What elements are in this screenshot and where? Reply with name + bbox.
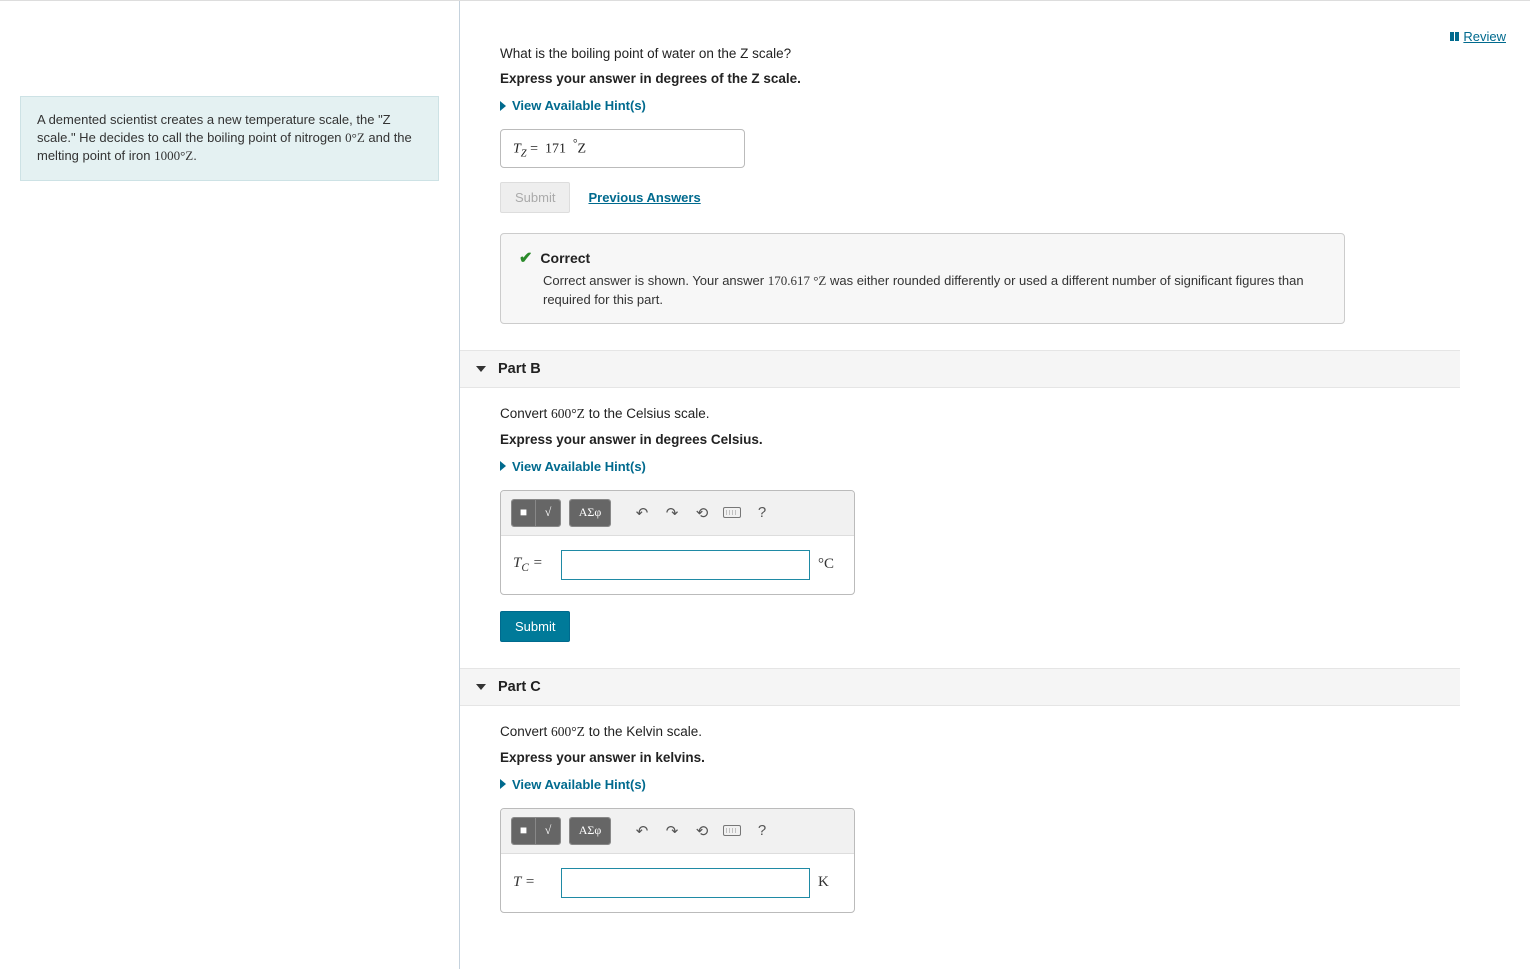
partC-prompt-post: to the Kelvin scale. <box>585 724 702 739</box>
radical-icon[interactable]: √ <box>536 818 560 844</box>
partB-instruction: Express your answer in degrees Celsius. <box>500 432 1490 447</box>
partC-unit: K <box>818 874 842 891</box>
partA-submit-button: Submit <box>500 182 570 213</box>
partC-instruction: Express your answer in kelvins. <box>500 750 1490 765</box>
redo-icon[interactable]: ↷ <box>661 820 683 842</box>
partC-prompt-val: 600°Z <box>551 724 585 739</box>
partB-prompt-val: 600°Z <box>551 406 585 421</box>
caret-right-icon <box>500 779 506 789</box>
caret-down-icon <box>476 684 486 690</box>
caret-right-icon <box>500 101 506 111</box>
partA-hints-label: View Available Hint(s) <box>512 98 646 113</box>
partC-prompt: Convert 600°Z to the Kelvin scale. <box>500 724 1490 740</box>
reset-icon[interactable]: ⟲ <box>691 820 713 842</box>
nitrogen-point: 0°Z <box>345 130 365 145</box>
help-icon[interactable]: ? <box>751 820 773 842</box>
help-icon[interactable]: ? <box>751 502 773 524</box>
partC-answer-input[interactable] <box>561 868 810 898</box>
symbols-group[interactable]: ΑΣφ <box>569 817 611 845</box>
partA-prompt: What is the boiling point of water on th… <box>500 46 1490 61</box>
partC-editor: ■ √ ΑΣφ ↶ ↷ ⟲ ? T = K <box>500 808 855 913</box>
keyboard-icon[interactable] <box>721 502 743 524</box>
partB-hints-label: View Available Hint(s) <box>512 459 646 474</box>
partA-eq: = <box>527 142 542 157</box>
review-bar: Review <box>1450 29 1506 44</box>
partA-lhs: T <box>513 142 521 157</box>
partA-instruction: Express your answer in degrees of the Z … <box>500 71 1490 86</box>
partC-toolbar: ■ √ ΑΣφ ↶ ↷ ⟲ ? <box>501 809 854 854</box>
greek-symbols-icon[interactable]: ΑΣφ <box>570 500 610 526</box>
greek-symbols-icon[interactable]: ΑΣφ <box>570 818 610 844</box>
partB-prompt: Convert 600°Z to the Celsius scale. <box>500 406 1490 422</box>
caret-down-icon <box>476 366 486 372</box>
partA-feedback-pre: Correct answer is shown. Your answer <box>543 273 768 288</box>
template-box-icon[interactable]: ■ <box>512 818 536 844</box>
template-box-icon[interactable]: ■ <box>512 500 536 526</box>
undo-icon[interactable]: ↶ <box>631 820 653 842</box>
partA-answer-value: 171 <box>545 142 566 157</box>
check-icon: ✔ <box>519 248 532 268</box>
partA-feedback: ✔ Correct Correct answer is shown. Your … <box>500 233 1345 323</box>
partC-header[interactable]: Part C <box>460 668 1460 706</box>
partB-title: Part B <box>498 361 541 377</box>
partB-prompt-post: to the Celsius scale. <box>585 406 710 421</box>
partC-hints-toggle[interactable]: View Available Hint(s) <box>500 777 646 792</box>
partA-user-answer: 170.617 °Z <box>768 273 827 288</box>
partB-lhs: TC = <box>513 555 553 574</box>
templates-group[interactable]: ■ √ <box>511 817 561 845</box>
symbols-group[interactable]: ΑΣφ <box>569 499 611 527</box>
radical-icon[interactable]: √ <box>536 500 560 526</box>
partA-feedback-title: Correct <box>540 250 590 266</box>
partB-answer-input[interactable] <box>561 550 810 580</box>
partB-hints-toggle[interactable]: View Available Hint(s) <box>500 459 646 474</box>
caret-right-icon <box>500 461 506 471</box>
partB-header[interactable]: Part B <box>460 350 1460 388</box>
partB-toolbar: ■ √ ΑΣφ ↶ ↷ ⟲ ? <box>501 491 854 536</box>
review-label: Review <box>1463 29 1506 44</box>
problem-statement: A demented scientist creates a new tempe… <box>20 96 439 181</box>
problem-text-prefix: A demented scientist creates a new tempe… <box>37 112 391 145</box>
templates-group[interactable]: ■ √ <box>511 499 561 527</box>
problem-text-suffix: . <box>193 148 197 163</box>
keyboard-icon[interactable] <box>721 820 743 842</box>
redo-icon[interactable]: ↷ <box>661 502 683 524</box>
review-link[interactable]: Review <box>1450 29 1506 44</box>
partA-answer-display: TZ = 171 °Z <box>500 129 745 168</box>
partA-unit: Z <box>578 142 587 157</box>
partC-title: Part C <box>498 679 541 695</box>
partA-hints-toggle[interactable]: View Available Hint(s) <box>500 98 646 113</box>
partB-editor: ■ √ ΑΣφ ↶ ↷ ⟲ ? TC = °C <box>500 490 855 595</box>
iron-point: 1000°Z <box>154 148 193 163</box>
partC-lhs: T = <box>513 874 553 891</box>
partC-hints-label: View Available Hint(s) <box>512 777 646 792</box>
undo-icon[interactable]: ↶ <box>631 502 653 524</box>
partC-prompt-pre: Convert <box>500 724 551 739</box>
partB-submit-button[interactable]: Submit <box>500 611 570 642</box>
partB-prompt-pre: Convert <box>500 406 551 421</box>
partB-unit: °C <box>818 556 842 573</box>
partA-previous-answers-link[interactable]: Previous Answers <box>588 190 700 205</box>
reset-icon[interactable]: ⟲ <box>691 502 713 524</box>
flag-icon <box>1450 32 1459 41</box>
